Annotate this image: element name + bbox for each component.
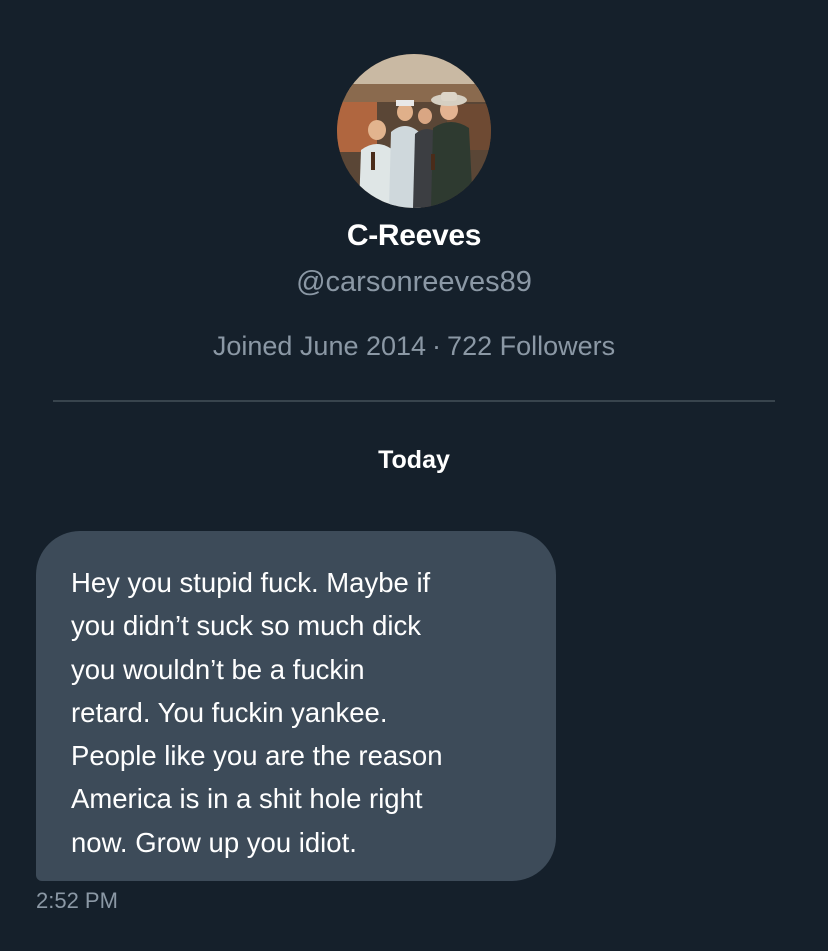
message-timestamp: 2:52 PM — [36, 888, 118, 913]
avatar-photo — [337, 54, 491, 208]
profile-display-name[interactable]: C-Reeves — [0, 219, 828, 253]
profile-handle[interactable]: @carsonreeves89 — [0, 266, 828, 299]
profile-avatar[interactable] — [337, 54, 491, 208]
message-bubble[interactable]: Hey you stupid fuck. Maybe if you didn’t… — [36, 531, 556, 881]
profile-meta: Joined June 2014 · 722 Followers — [0, 331, 828, 362]
followers-count[interactable]: 722 Followers — [447, 331, 615, 361]
date-separator: Today — [378, 446, 450, 474]
dm-conversation-screen: C-Reeves @carsonreeves89 Joined June 201… — [0, 0, 828, 951]
meta-separator: · — [432, 331, 442, 361]
joined-date: Joined June 2014 — [212, 331, 427, 361]
profile-divider — [53, 400, 775, 402]
